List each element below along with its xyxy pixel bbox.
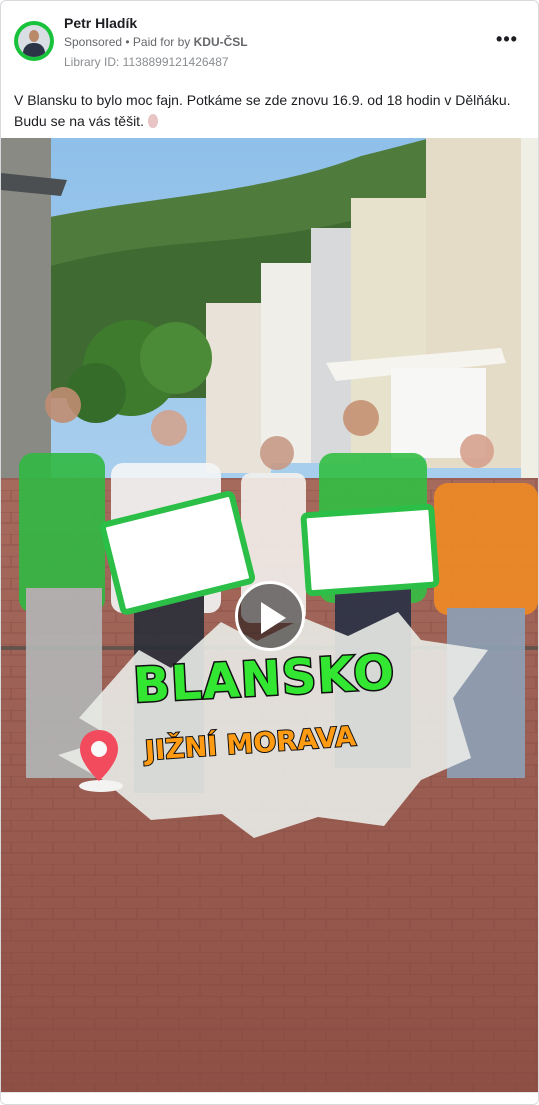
post-header: Petr Hladík Sponsored • Paid for by KDU-…: [1, 1, 538, 81]
emoji-icon: [147, 114, 158, 128]
card-bottom-spacer: [1, 1092, 538, 1104]
author-name[interactable]: Petr Hladík: [64, 15, 137, 31]
sponsor-name[interactable]: KDU-ČSL: [194, 35, 248, 49]
paid-for-label: Paid for by: [132, 35, 191, 49]
play-icon[interactable]: [235, 581, 305, 651]
avatar-body: [23, 43, 45, 57]
play-triangle-icon: [261, 602, 286, 634]
post-text-body: V Blansku to bylo moc fajn. Potkáme se z…: [14, 92, 511, 129]
sponsor-line: Sponsored • Paid for by KDU-ČSL: [64, 35, 248, 49]
ad-card: Petr Hladík Sponsored • Paid for by KDU-…: [0, 0, 539, 1105]
post-text: V Blansku to bylo moc fajn. Potkáme se z…: [14, 90, 526, 132]
avatar-photo: [18, 25, 50, 57]
video-thumbnail[interactable]: BLANSKO JIŽNÍ MORAVA: [1, 138, 538, 1092]
avatar[interactable]: [14, 21, 54, 61]
avatar-head: [29, 30, 39, 42]
more-icon[interactable]: •••: [493, 29, 521, 53]
library-id: Library ID: 1138899121426487: [64, 55, 229, 69]
sponsored-label: Sponsored: [64, 35, 123, 49]
location-pin-icon: [79, 730, 123, 792]
